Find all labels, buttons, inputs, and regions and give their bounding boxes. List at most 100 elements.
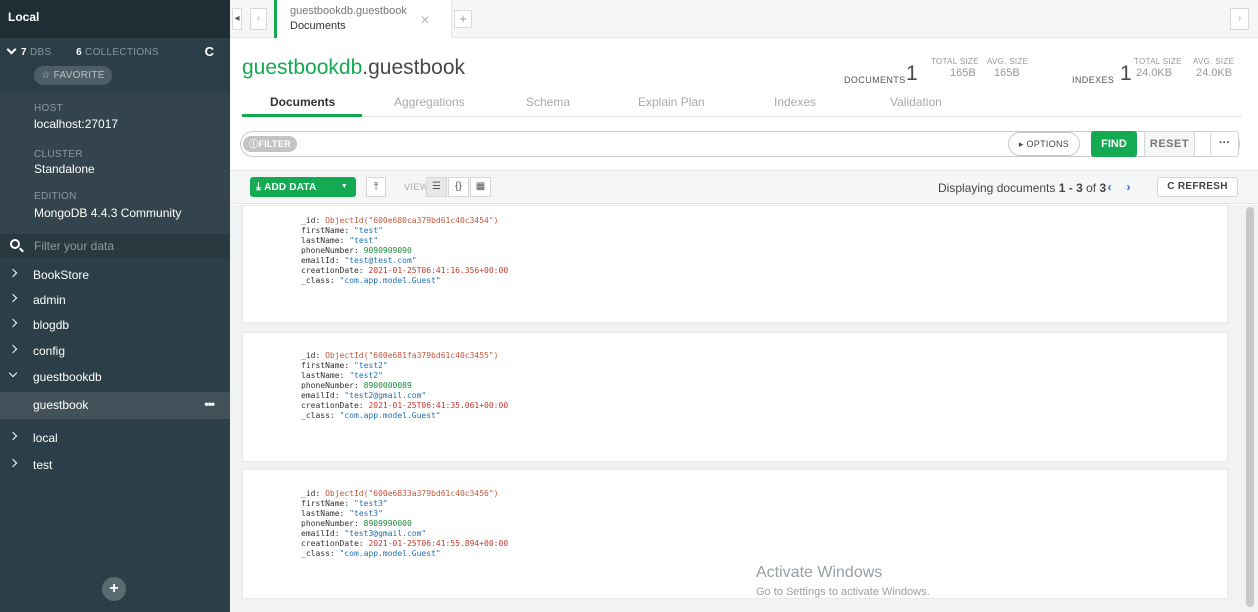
prev-page-button[interactable]: ‹ [1101,178,1118,196]
documents-toolbar: ⤓ ADD DATA ▼ ⤒ VIEW ☰ {} ▦ Displaying docu… [230,170,1258,204]
download-icon: ⤓ [256,181,262,193]
favorite-button[interactable]: ☆ FAVORITE [34,66,112,85]
doc-avg-size: 165B [994,67,1020,79]
find-button[interactable]: FIND [1091,131,1137,157]
documents-label: DOCUMENTS [844,75,906,85]
search-icon [10,239,20,249]
instance-info: HOST localhost:27017 CLUSTER Standalone … [0,92,230,234]
host-label: HOST [34,103,63,114]
chevron-down-icon [8,368,18,378]
table-icon: ▦ [475,181,486,192]
json-view-button[interactable]: {} [448,177,469,197]
braces-icon: {} [455,181,462,192]
refresh-icon[interactable]: C [205,44,214,59]
document-card[interactable]: _id: ObjectId("600e681fa379bd61c40c3455"… [242,332,1228,462]
pagination-summary: Displaying documents 1 - 3 of 3 [938,181,1107,195]
collections-count: 6 [76,47,82,58]
sidebar-filter [0,234,230,258]
chevron-right-icon [8,268,18,278]
document-card[interactable]: _id: ObjectId("600e6833a379bd61c40c3456"… [242,469,1228,599]
table-view-button[interactable]: ▦ [470,177,491,197]
create-database-button[interactable]: + [102,577,126,601]
sidebar-db-bookstore[interactable]: BookStore [0,262,230,288]
documents-scrollbar[interactable] [1242,205,1258,612]
tab-documents[interactable]: Documents [270,95,335,109]
document-card[interactable]: _id: ObjectId("600e680ca379bd61c40c3454"… [242,205,1228,323]
next-page-button[interactable]: › [1120,178,1137,196]
edition-value: MongoDB 4.4.3 Community [34,206,182,220]
tab-validation[interactable]: Validation [890,95,942,109]
tab-bar: ◂ ‹ guestbookdb.guestbook Documents ✕ + … [230,0,1258,38]
add-data-button[interactable]: ⤓ ADD DATA ▼ [250,177,356,197]
page-title: guestbookdb.guestbook [242,56,466,79]
chevron-right-icon [8,318,18,328]
chevron-right-icon [8,344,18,354]
document-fields: _id: ObjectId("600e681fa379bd61c40c3455"… [301,351,509,420]
list-icon: ☰ [432,181,441,192]
document-fields: _id: ObjectId("600e6833a379bd61c40c3456"… [301,489,509,558]
more-icon[interactable]: ••• [204,397,215,411]
cluster-label: CLUSTER [34,149,83,160]
close-icon[interactable]: ✕ [420,13,430,27]
new-tab-button[interactable]: + [454,10,472,28]
sidebar-db-guestbookdb[interactable]: guestbookdb [0,364,230,390]
options-button[interactable]: ▸ OPTIONS [1008,132,1080,156]
tab-explain-plan[interactable]: Explain Plan [638,95,705,109]
doc-total-size: 165B [950,67,976,79]
chevron-right-icon [8,431,18,441]
sidebar-filter-input[interactable] [34,237,214,255]
doc-avg-size-label: AVG. SIZE [987,57,1029,66]
chevron-right-icon [8,293,18,303]
list-view-button[interactable]: ☰ [426,177,447,197]
refresh-icon: C [1167,181,1175,192]
doc-total-size-label: TOTAL SIZE [931,57,979,66]
dbs-label: DBS [29,47,52,58]
chevron-left-icon: ‹ [1107,180,1112,194]
chevron-down-icon [6,44,17,55]
reset-button[interactable]: RESET [1144,131,1195,157]
info-icon: ⓘ [249,139,259,149]
scrollbar-thumb[interactable] [1246,207,1254,607]
dbs-count: 7 [21,47,27,58]
refresh-button[interactable]: C REFRESH [1157,177,1238,197]
tab-subtitle: Documents [290,20,346,32]
idx-total-size-label: TOTAL SIZE [1134,57,1182,66]
instance-stats: 7 DBS 6 COLLECTIONS C ☆ FAVORITE [0,38,230,92]
connection-title: Local [0,0,230,38]
sidebar-db-test[interactable]: test [0,452,230,478]
stats-row[interactable]: 7 DBS 6 COLLECTIONS [6,44,159,58]
caret-down-icon: ▼ [340,183,348,190]
sidebar: Local 7 DBS 6 COLLECTIONS C ☆ FAVORITE H… [0,0,230,612]
tab-indexes[interactable]: Indexes [774,95,816,109]
idx-avg-size: 24.0KB [1196,67,1233,79]
tab-namespace: guestbookdb.guestbook [290,5,407,17]
tab-scroll-right-button[interactable]: › [1230,8,1249,30]
export-button[interactable]: ⤒ [366,177,386,197]
sidebar-db-blogdb[interactable]: blogdb [0,312,230,338]
more-options-button[interactable]: ··· [1210,131,1239,157]
chevron-right-icon [8,458,18,468]
documents-list: _id: ObjectId("600e680ca379bd61c40c3454"… [230,205,1258,612]
windows-activation-watermark: Activate Windows Go to Settings to activ… [756,564,930,598]
collections-label: COLLECTIONS [85,47,159,58]
tab-guestbook[interactable]: guestbookdb.guestbook Documents ✕ [274,0,452,38]
tab-aggregations[interactable]: Aggregations [394,95,465,109]
query-filter-input[interactable]: ⓘFILTER [240,131,1240,157]
sidebar-db-local[interactable]: local [0,425,230,451]
filter-pill: ⓘFILTER [243,136,297,152]
sidebar-collection-guestbook[interactable]: guestbook ••• [0,392,230,419]
host-value: localhost:27017 [34,117,119,131]
documents-count: 1 [906,62,918,85]
active-tab-underline [242,114,362,117]
tab-scroll-left-button[interactable]: ‹ [250,8,267,30]
idx-avg-size-label: AVG. SIZE [1193,57,1235,66]
edition-label: EDITION [34,191,77,202]
view-label: VIEW [404,182,429,192]
sidebar-db-config[interactable]: config [0,338,230,364]
indexes-label: INDEXES [1072,75,1115,85]
subtab-divider [242,116,1242,117]
document-fields: _id: ObjectId("600e680ca379bd61c40c3454"… [301,216,509,285]
tab-schema[interactable]: Schema [526,95,570,109]
sidebar-db-admin[interactable]: admin [0,287,230,313]
collapse-sidebar-button[interactable]: ◂ [232,8,242,30]
